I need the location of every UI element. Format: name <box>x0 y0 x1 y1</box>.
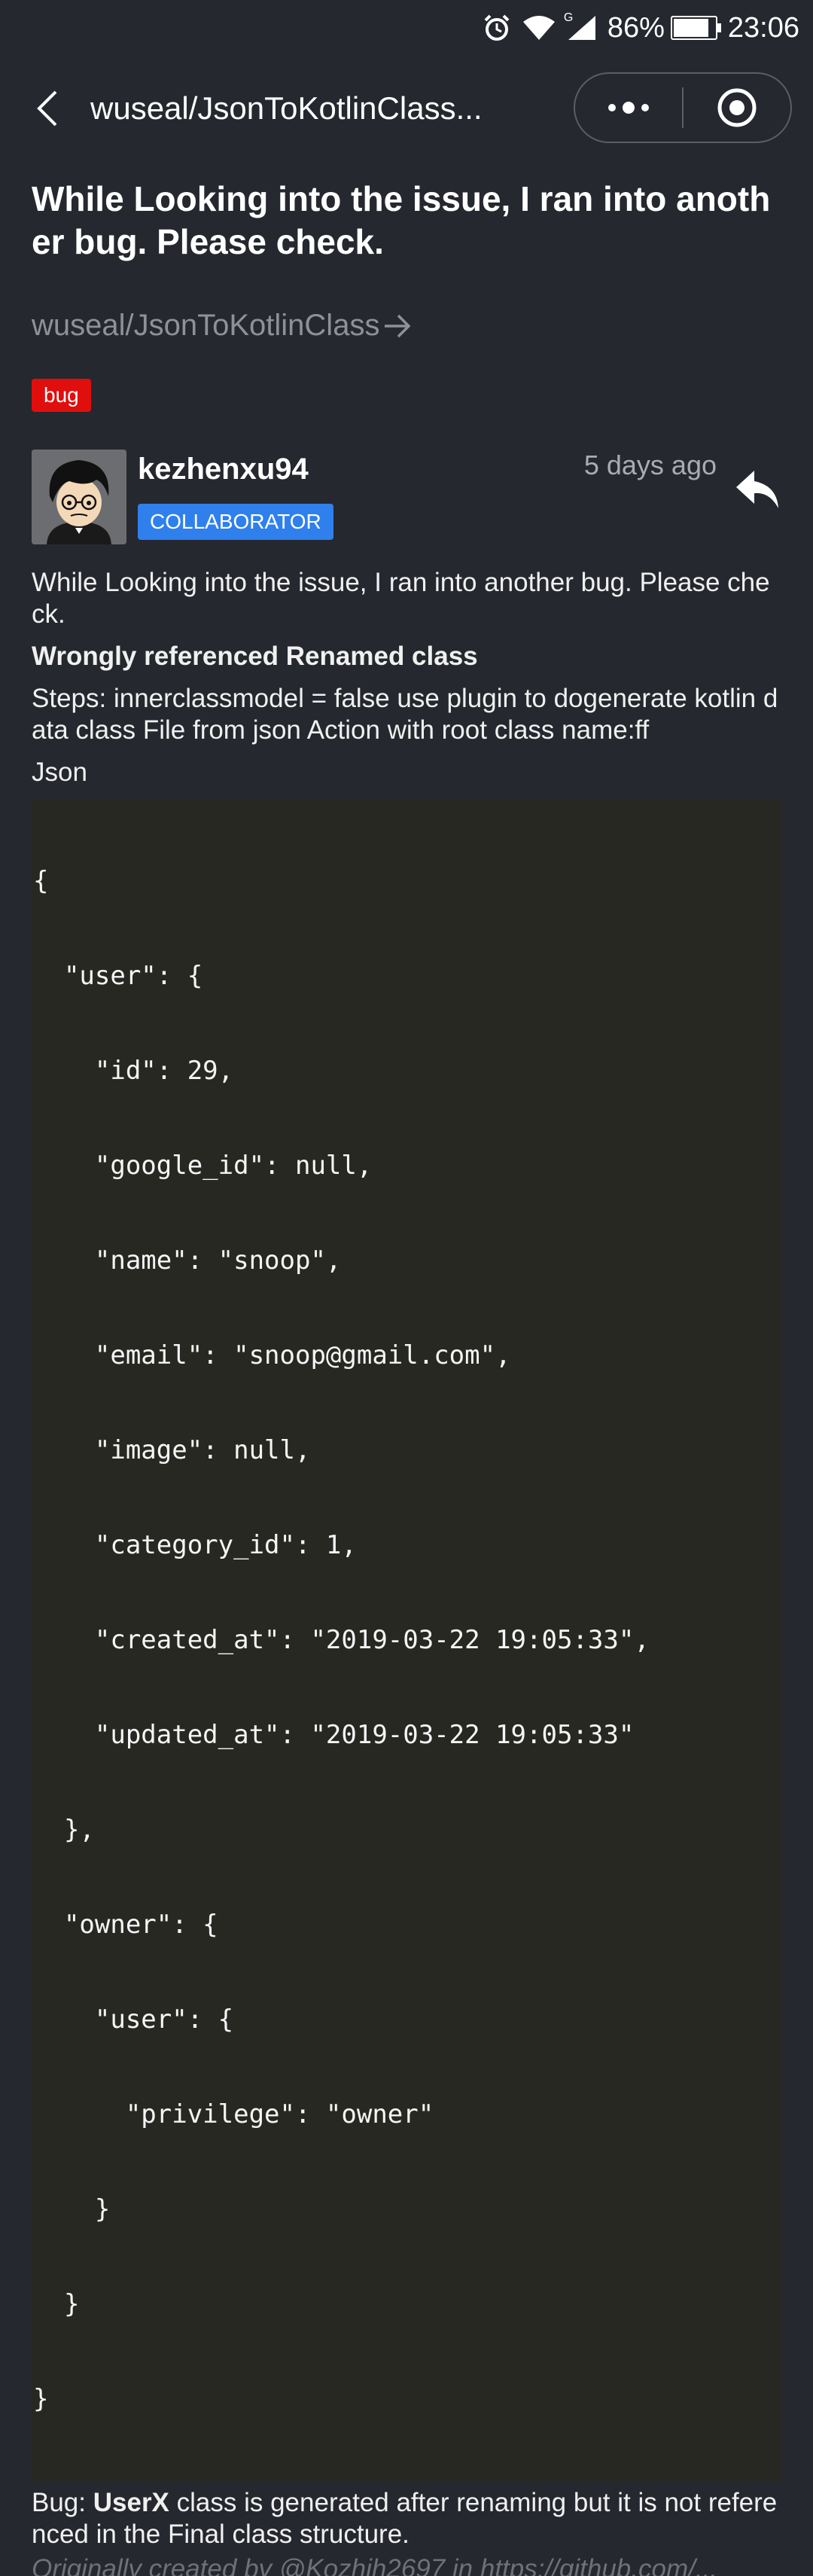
reply-button[interactable] <box>735 469 781 511</box>
arrow-right-icon <box>385 314 411 337</box>
code-line: "id": 29, <box>33 1056 234 1086</box>
label-badge-bug[interactable]: bug <box>32 379 91 412</box>
code-line: "user": { <box>33 2004 234 2035</box>
status-bar: G 86% 23:06 <box>0 0 813 56</box>
trailing-text: Originally created by @Kozhih2697 in htt… <box>32 2554 718 2576</box>
comment-steps: Steps: innerclassmodel = false use plugi… <box>32 684 778 745</box>
bug-class-name: UserX <box>93 2488 169 2517</box>
avatar[interactable] <box>32 450 126 544</box>
battery-percent: 86% <box>607 11 665 44</box>
code-line: } <box>33 2289 80 2319</box>
repo-name: wuseal/JsonToKotlinClass <box>32 309 380 342</box>
code-line: "image": null, <box>33 1435 311 1465</box>
comment-subheading: Wrongly referenced Renamed class <box>32 642 478 671</box>
back-button[interactable] <box>29 89 66 128</box>
code-line: "name": "snoop", <box>33 1245 342 1276</box>
comment-body: While Looking into the issue, I ran into… <box>32 567 781 2576</box>
nav-title: wuseal/JsonToKotlinClass... <box>90 90 483 126</box>
bug-prefix: Bug: <box>32 2488 93 2517</box>
bug-description: Bug: UserX class is generated after rena… <box>32 2487 781 2550</box>
network-type-label: G <box>563 11 574 24</box>
battery-status: 86% <box>607 11 721 44</box>
json-code-block: { "user": { "id": 29, "google_id": null,… <box>32 799 781 2481</box>
collaborator-badge: COLLABORATOR <box>138 504 333 540</box>
reply-icon <box>736 471 778 508</box>
json-label: Json <box>32 758 87 787</box>
more-dots-icon <box>608 102 649 114</box>
issue-title: While Looking into the issue, I ran into… <box>32 179 771 261</box>
code-line: "email": "snoop@gmail.com", <box>33 1340 511 1370</box>
code-line: "google_id": null, <box>33 1151 373 1181</box>
comment-intro: While Looking into the issue, I ran into… <box>32 568 770 629</box>
code-line: "category_id": 1, <box>33 1530 357 1560</box>
navigation-bar: wuseal/JsonToKotlinClass... <box>0 72 813 145</box>
avatar-cartoon-image <box>32 450 126 544</box>
target-icon <box>717 88 757 127</box>
code-line: { <box>33 866 49 896</box>
code-line: "created_at": "2019-03-22 19:05:33", <box>33 1625 650 1655</box>
code-line: } <box>33 2384 49 2414</box>
comment-time: 5 days ago <box>583 450 717 480</box>
cellular-signal-icon: G <box>563 11 597 41</box>
mini-program-capsule <box>574 72 792 143</box>
author-name[interactable]: kezhenxu94 <box>138 453 309 486</box>
close-program-button[interactable] <box>684 74 790 142</box>
issue-content: While Looking into the issue, I ran into… <box>32 178 781 2576</box>
wifi-icon <box>522 14 556 41</box>
repo-link[interactable]: wuseal/JsonToKotlinClass <box>32 309 781 343</box>
back-arrow-icon <box>37 90 57 127</box>
code-line: "updated_at": "2019-03-22 19:05:33" <box>33 1720 635 1750</box>
code-line: "owner": { <box>33 1910 218 1940</box>
battery-icon <box>670 16 721 40</box>
battery-level <box>673 19 708 37</box>
more-button[interactable] <box>575 74 682 142</box>
code-line: "privilege": "owner" <box>33 2099 434 2129</box>
alarm-icon <box>483 14 511 42</box>
clock: 23:06 <box>727 11 799 44</box>
code-line: "user": { <box>33 961 203 991</box>
code-line: } <box>33 2194 111 2224</box>
comment-header: kezhenxu94 COLLABORATOR 5 days ago <box>32 450 781 547</box>
code-line: }, <box>33 1815 95 1845</box>
